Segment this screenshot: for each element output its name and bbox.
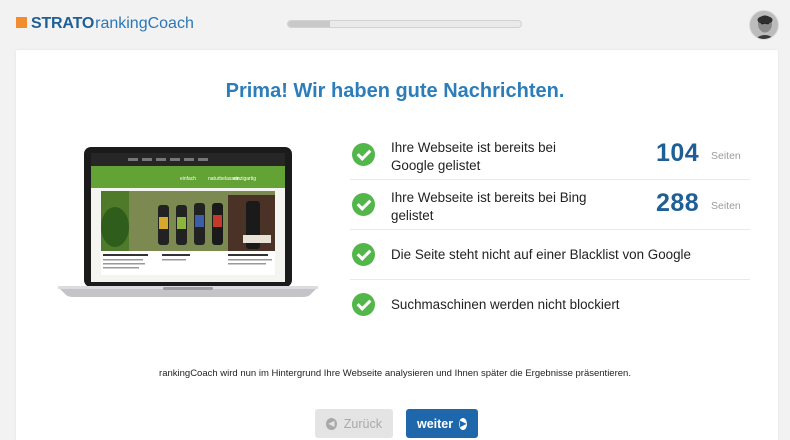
check-icon <box>352 293 375 316</box>
result-row-blocking: Suchmaschinen werden nicht blockiert <box>350 280 750 330</box>
result-unit: Seiten <box>711 150 741 162</box>
result-text: Ihre Webseite ist bereits bei Bing gelis… <box>391 190 587 223</box>
next-button-label: weiter <box>417 416 454 431</box>
logo-brand: STRATO <box>31 15 95 32</box>
laptop-website-preview: einfach naturbelassen einzigartig <box>58 147 318 299</box>
arrow-right-circle-icon: ▶ <box>459 417 467 430</box>
result-row-blacklist: Die Seite steht nicht auf einer Blacklis… <box>350 230 750 280</box>
check-icon <box>352 193 375 216</box>
result-count: 104 <box>656 139 700 167</box>
strato-rankingcoach-logo: STRATO rankingCoach <box>16 13 194 35</box>
result-unit: Seiten <box>711 200 741 212</box>
page-title: Prima! Wir haben gute Nachrichten. <box>225 80 565 102</box>
progress-fill <box>288 21 330 27</box>
check-icon <box>352 143 375 166</box>
result-row-bing: Ihre Webseite ist bereits bei Bing gelis… <box>350 180 750 230</box>
next-button[interactable]: weiter ▶ <box>406 409 478 438</box>
progress-bar <box>287 20 522 28</box>
info-text: rankingCoach wird nun im Hintergrund Ihr… <box>159 368 631 379</box>
back-button-label: Zurück <box>343 416 382 431</box>
screen-tagline-1: einfach <box>180 176 196 182</box>
result-text: Die Seite steht nicht auf einer Blacklis… <box>391 247 691 262</box>
logo-mark-icon <box>16 16 27 28</box>
back-button[interactable]: ◀ Zurück <box>315 409 393 438</box>
results-list: Ihre Webseite ist bereits bei Google gel… <box>350 130 750 330</box>
result-text: Suchmaschinen werden nicht blockiert <box>391 297 620 312</box>
screen-tagline-3: einzigartig <box>233 176 256 182</box>
result-text: Ihre Webseite ist bereits bei Google gel… <box>391 140 556 173</box>
logo-product: rankingCoach <box>95 15 194 32</box>
result-count: 288 <box>656 189 700 217</box>
check-icon <box>352 243 375 266</box>
result-row-google: Ihre Webseite ist bereits bei Google gel… <box>350 130 750 180</box>
top-bar: STRATO rankingCoach <box>0 0 790 50</box>
arrow-left-circle-icon: ◀ <box>326 417 337 430</box>
avatar[interactable] <box>749 10 779 40</box>
